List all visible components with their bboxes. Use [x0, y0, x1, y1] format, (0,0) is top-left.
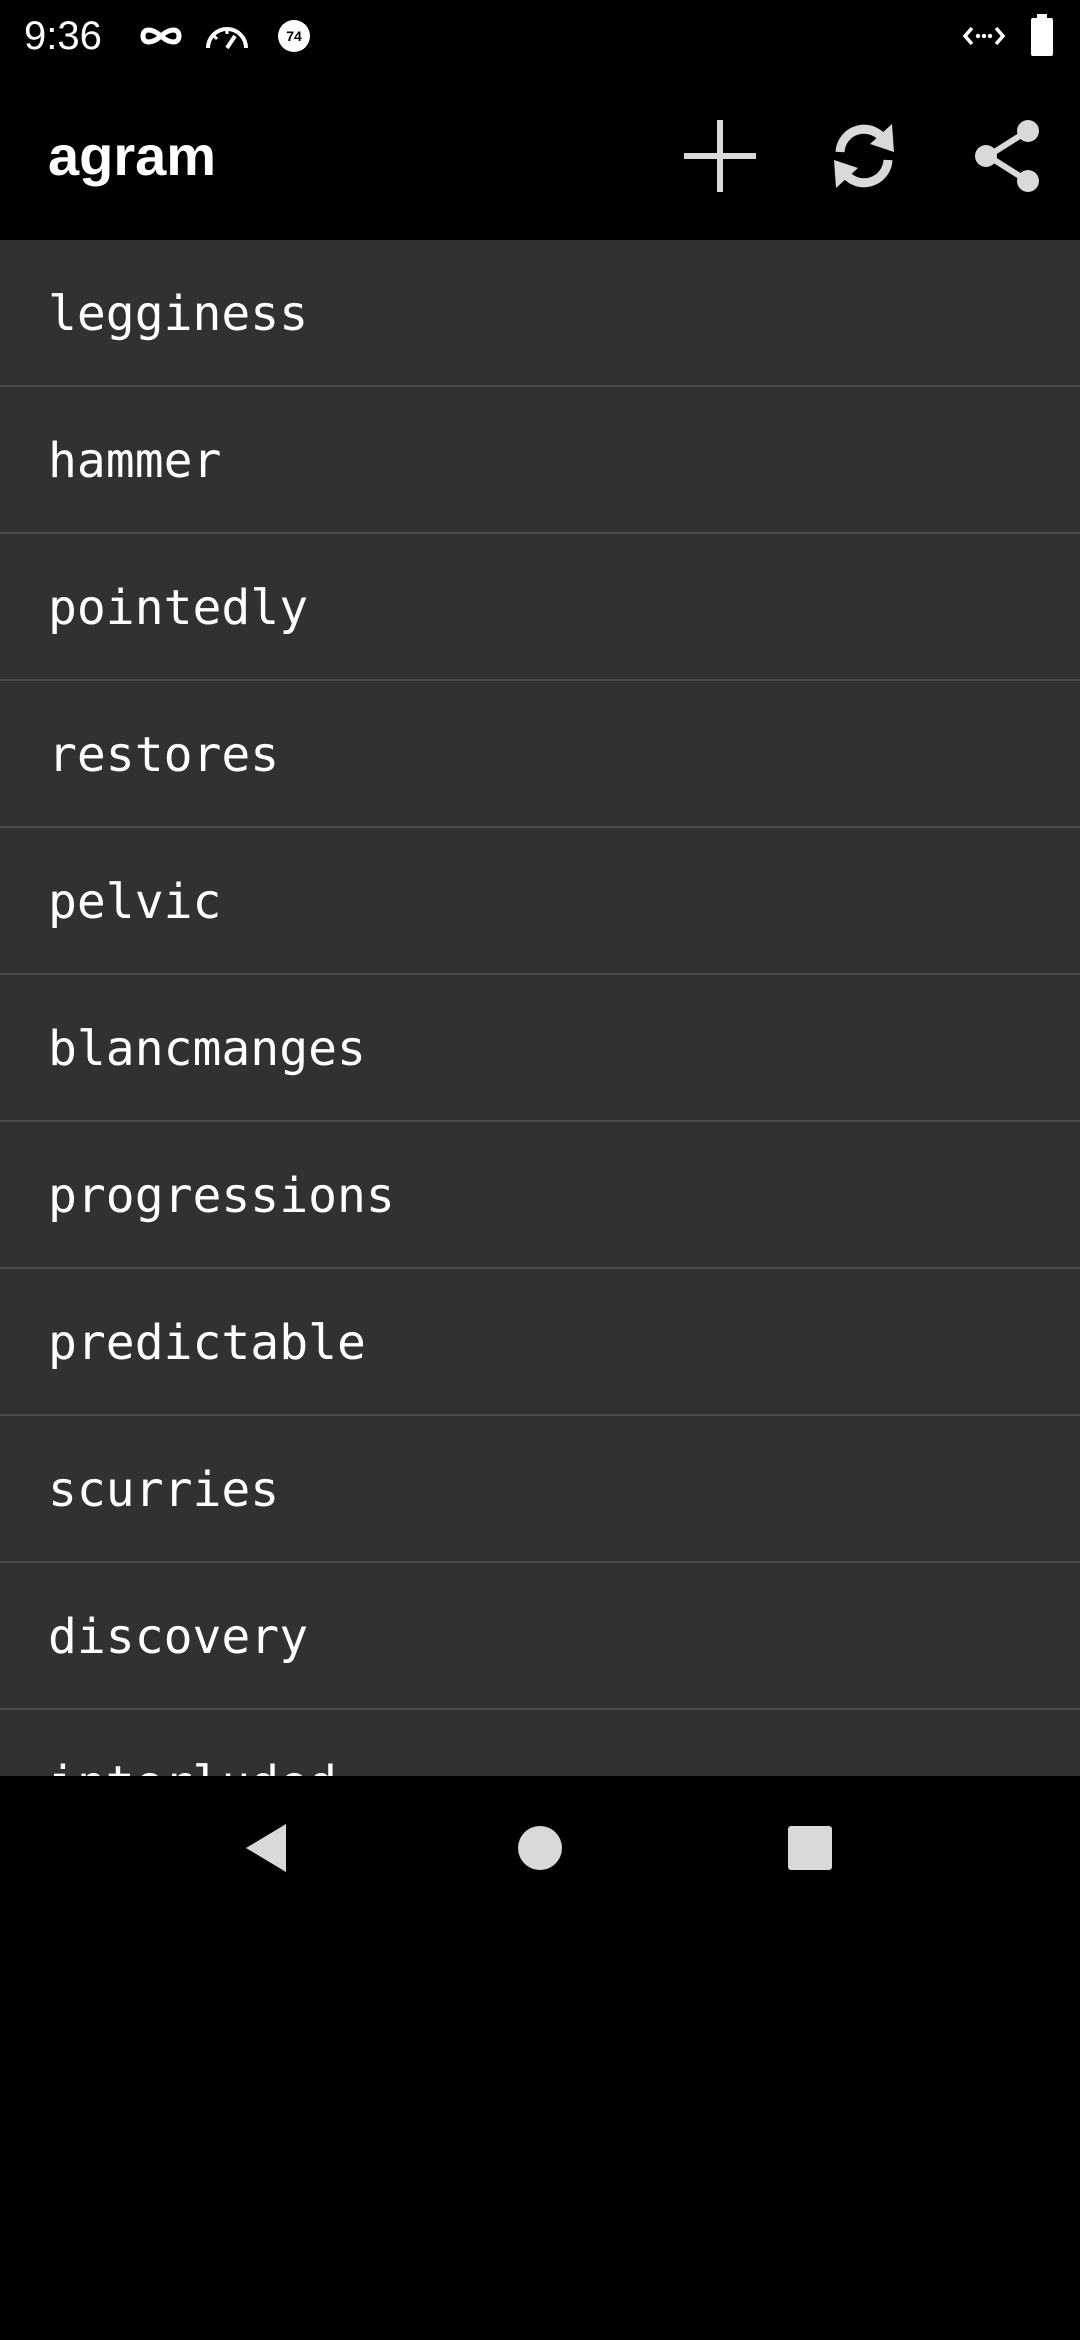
home-button[interactable]: [492, 1800, 588, 1896]
recents-button[interactable]: [762, 1800, 858, 1896]
share-button[interactable]: [960, 108, 1056, 204]
app-bar: agram: [0, 72, 1080, 240]
status-bar: 9:36 74: [0, 0, 1080, 72]
home-icon: [518, 1826, 562, 1870]
list-item-label: progressions: [48, 1168, 395, 1224]
back-button[interactable]: [218, 1800, 314, 1896]
navigation-bar: [0, 1776, 1080, 1920]
list-item[interactable]: scurries: [0, 1416, 1080, 1563]
list-item-label: pelvic: [48, 874, 222, 930]
code-arrows-icon: [962, 18, 1006, 54]
list-item-label: predictable: [48, 1315, 366, 1371]
list-item[interactable]: hammer: [0, 387, 1080, 534]
empty-area: [0, 1920, 1080, 2340]
notification-badge-icon: 74: [276, 18, 312, 54]
list-item[interactable]: blancmanges: [0, 975, 1080, 1122]
list-item-label: legginess: [48, 286, 309, 342]
back-icon: [246, 1824, 286, 1872]
list-item[interactable]: interluded: [0, 1710, 1080, 1776]
status-time: 9:36: [24, 14, 102, 58]
battery-icon: [1030, 14, 1054, 56]
list-item[interactable]: discovery: [0, 1563, 1080, 1710]
list-item[interactable]: pointedly: [0, 534, 1080, 681]
speedometer-icon: [204, 18, 250, 54]
screen: 9:36 74 agram legginess hammer pointedly…: [0, 0, 1080, 2340]
incognito-icon: [140, 18, 182, 54]
refresh-icon: [834, 124, 894, 188]
list-item[interactable]: legginess: [0, 240, 1080, 387]
list-item-label: pointedly: [48, 580, 309, 636]
list-item[interactable]: progressions: [0, 1122, 1080, 1269]
list-item-label: restores: [48, 727, 280, 783]
recents-icon: [788, 1826, 832, 1870]
list-item-label: blancmanges: [48, 1021, 366, 1077]
list-item-label: interluded: [48, 1754, 337, 1776]
list-item-label: hammer: [48, 433, 222, 489]
list-item[interactable]: restores: [0, 681, 1080, 828]
share-icon: [975, 120, 1039, 192]
word-list[interactable]: legginess hammer pointedly restores pelv…: [0, 240, 1080, 1776]
add-button[interactable]: [672, 108, 768, 204]
app-title: agram: [48, 124, 217, 187]
list-item[interactable]: pelvic: [0, 828, 1080, 975]
badge-number: 74: [286, 28, 302, 44]
list-item[interactable]: predictable: [0, 1269, 1080, 1416]
add-icon: [684, 120, 756, 192]
refresh-button[interactable]: [816, 108, 912, 204]
list-item-label: scurries: [48, 1462, 280, 1518]
list-item-label: discovery: [48, 1609, 309, 1665]
